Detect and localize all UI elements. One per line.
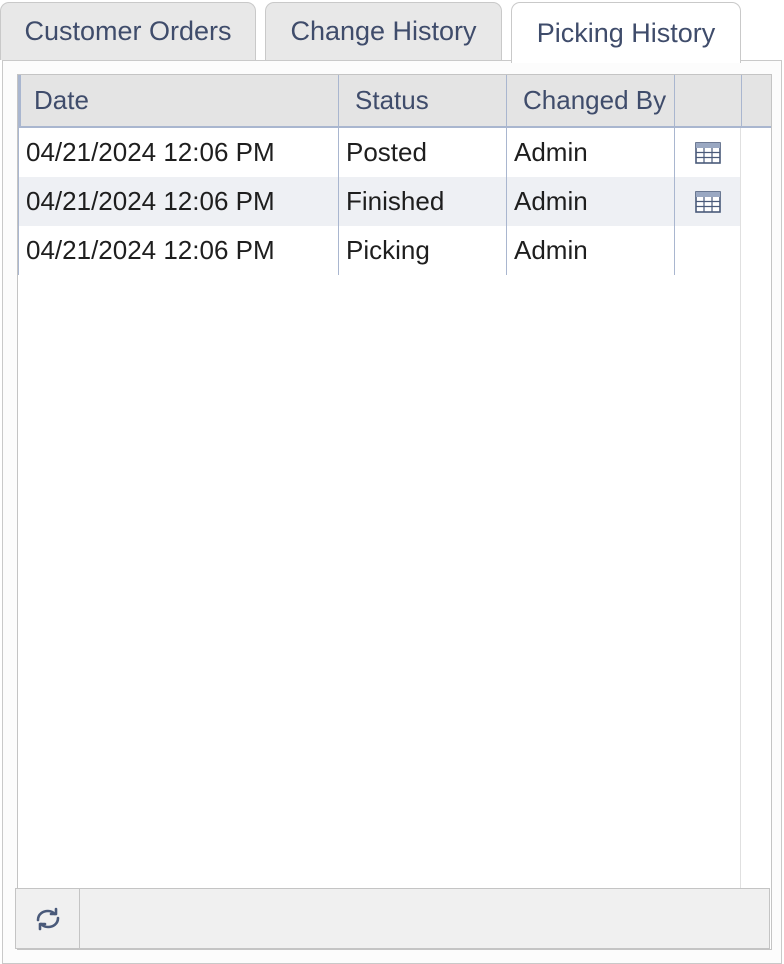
grid-header: Date Status Changed By — [18, 75, 771, 128]
tab-panel: Date Status Changed By 04/21/2024 12:06 … — [2, 60, 782, 964]
date-cell: 04/21/2024 12:06 PM — [26, 186, 275, 216]
column-header-status[interactable]: Status — [339, 75, 507, 126]
table-row[interactable]: 04/21/2024 12:06 PM Finished Admin — [18, 177, 740, 226]
tab-label: Customer Orders — [24, 16, 232, 46]
refresh-icon — [36, 907, 59, 930]
grid-right-strip — [740, 128, 741, 949]
changed-by-cell: Admin — [514, 186, 588, 216]
tab-customer-orders[interactable]: Customer Orders — [0, 2, 256, 60]
table-icon[interactable] — [675, 177, 741, 226]
status-cell: Posted — [346, 137, 427, 167]
grid-footer — [15, 888, 770, 949]
table-icon-graphic — [695, 190, 721, 213]
tab-change-history[interactable]: Change History — [265, 2, 502, 60]
date-cell: 04/21/2024 12:06 PM — [26, 137, 275, 167]
table-icon[interactable] — [675, 128, 741, 177]
changed-by-cell: Admin — [514, 137, 588, 167]
table-row[interactable]: 04/21/2024 12:06 PM Picking Admin — [18, 226, 740, 275]
grid-line — [506, 128, 507, 275]
column-header-label: Changed By — [523, 85, 667, 115]
picking-history-window: Customer Orders Change History Picking H… — [0, 0, 784, 964]
column-header-label: Status — [355, 85, 429, 115]
grid-line — [338, 128, 339, 275]
tab-label: Picking History — [536, 17, 716, 48]
table-row[interactable]: 04/21/2024 12:06 PM Posted Admin — [18, 128, 740, 177]
column-header-date[interactable]: Date — [18, 75, 339, 126]
tab-label: Change History — [290, 16, 477, 46]
column-header-changed-by[interactable]: Changed By — [507, 75, 675, 126]
table-icon-graphic — [695, 141, 721, 164]
picking-history-grid: Date Status Changed By 04/21/2024 12:06 … — [17, 74, 772, 950]
refresh-button[interactable] — [16, 889, 80, 948]
status-cell: Finished — [346, 186, 445, 216]
tab-picking-history[interactable]: Picking History — [511, 2, 741, 63]
grid-line — [18, 128, 19, 275]
status-cell: Picking — [346, 235, 430, 265]
column-header-actions[interactable] — [675, 75, 742, 126]
column-header-label: Date — [34, 85, 89, 115]
date-cell: 04/21/2024 12:06 PM — [26, 235, 275, 265]
grid-line — [674, 128, 675, 275]
changed-by-cell: Admin — [514, 235, 588, 265]
tab-bar: Customer Orders Change History Picking H… — [0, 0, 784, 63]
